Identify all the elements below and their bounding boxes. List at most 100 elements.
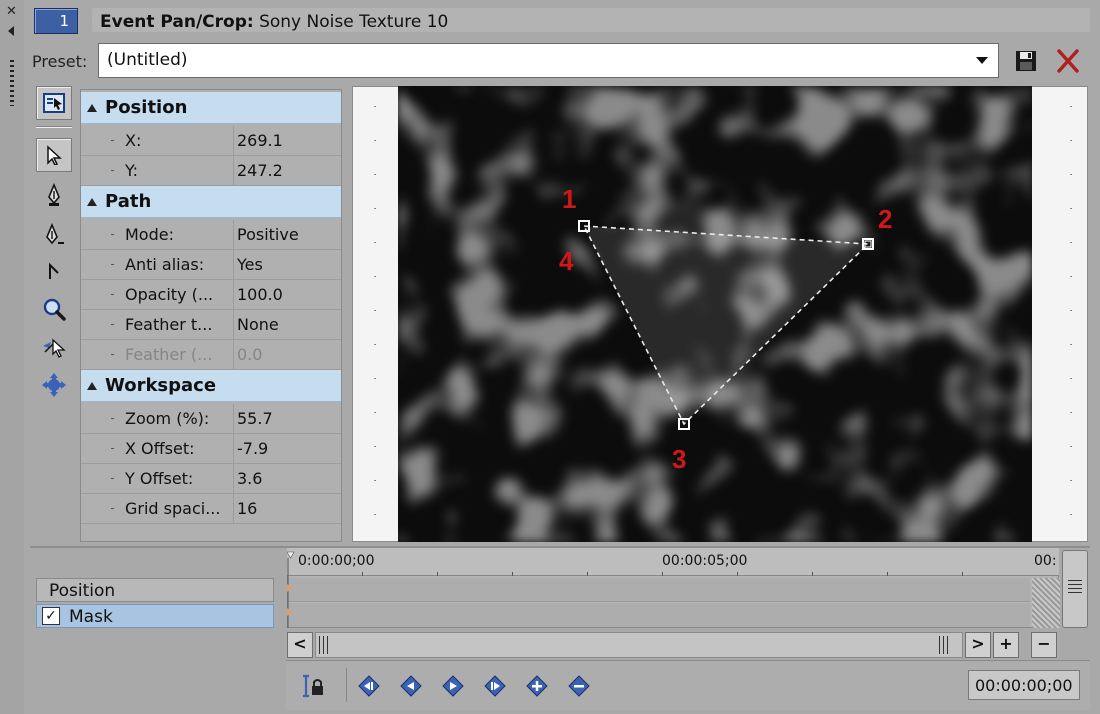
scroll-thumb-left-grip[interactable] xyxy=(319,636,329,654)
split-tangent-tool[interactable] xyxy=(36,254,72,288)
scroll-left-button[interactable]: < xyxy=(287,632,313,658)
property-name: X Offset: xyxy=(125,439,195,458)
category-path[interactable]: Path xyxy=(81,186,341,218)
workspace-margin-right xyxy=(1032,86,1088,542)
delete-keyframe-button[interactable] xyxy=(566,673,592,699)
property-value-anti-alias[interactable]: Yes xyxy=(237,255,341,274)
column-separator xyxy=(233,220,234,249)
column-separator xyxy=(233,494,234,523)
track-position[interactable]: Position xyxy=(36,578,274,602)
timeline-track-mask[interactable] xyxy=(288,603,1030,627)
dock-pin-icon[interactable] xyxy=(8,26,14,36)
cursor-timecode[interactable]: 00:00:00;00 xyxy=(968,670,1080,700)
enable-snapping-tool[interactable] xyxy=(36,330,72,364)
property-row-x-offset[interactable]: X Offset: -7.9 xyxy=(81,434,341,464)
anchor-creation-pen-icon xyxy=(48,183,60,206)
column-separator xyxy=(233,340,234,369)
normal-edit-tool[interactable] xyxy=(36,138,72,172)
margin-tick xyxy=(1070,412,1072,413)
zoom-in-button[interactable]: + xyxy=(993,632,1019,658)
margin-tick xyxy=(374,480,376,481)
title-bar: 1 Event Pan/Crop: Sony Noise Texture 10 xyxy=(28,6,1090,36)
dock-grip-handle[interactable] xyxy=(10,60,14,106)
ruler-tick xyxy=(437,572,438,576)
property-row-y-offset[interactable]: Y Offset: 3.6 xyxy=(81,464,341,494)
move-freely-icon xyxy=(42,373,66,397)
property-value-feather-type[interactable]: None xyxy=(237,315,341,334)
anchor-deletion-tool[interactable] xyxy=(36,218,72,252)
first-keyframe-button[interactable] xyxy=(356,673,382,699)
property-row-x[interactable]: X: 269.1 xyxy=(81,126,341,156)
property-row-zoom[interactable]: Zoom (%): 55.7 xyxy=(81,404,341,434)
track-mask-label: Mask xyxy=(69,607,113,627)
event-number-badge[interactable]: 1 xyxy=(34,8,78,34)
tree-connector xyxy=(111,324,114,325)
zoom-out-button[interactable]: − xyxy=(1031,632,1057,658)
lock-envelopes-button[interactable] xyxy=(300,673,326,699)
ruler-tick xyxy=(362,572,363,576)
property-row-opacity[interactable]: Opacity (... 100.0 xyxy=(81,280,341,310)
scroll-thumb-right-grip[interactable] xyxy=(939,636,949,654)
add-keyframe-button[interactable] xyxy=(524,673,550,699)
category-workspace[interactable]: Workspace xyxy=(81,370,341,402)
collapse-arrow-icon[interactable] xyxy=(87,382,97,390)
property-value-opacity[interactable]: 100.0 xyxy=(237,285,341,304)
ruler-tick xyxy=(662,572,663,576)
zoom-tool[interactable] xyxy=(36,292,72,326)
ruler-tick xyxy=(512,572,513,576)
property-value-x-offset[interactable]: -7.9 xyxy=(237,439,341,458)
track-mask[interactable]: ✓ Mask xyxy=(36,604,274,628)
property-value-y[interactable]: 247.2 xyxy=(237,161,341,180)
delete-preset-button[interactable] xyxy=(1056,48,1080,74)
scroll-right-button[interactable]: > xyxy=(965,632,991,658)
close-window-icon[interactable]: ✕ xyxy=(6,4,17,19)
property-value-mode[interactable]: Positive xyxy=(237,225,341,244)
tree-connector xyxy=(111,418,114,419)
preset-dropdown[interactable]: (Untitled) xyxy=(98,43,999,78)
horizontal-scrollbar[interactable] xyxy=(315,632,963,658)
ruler-tick xyxy=(962,572,963,576)
timecode-ruler-label: 00:00:05;00 xyxy=(662,553,748,569)
column-separator xyxy=(233,126,234,155)
property-row-anti-alias[interactable]: Anti alias: Yes xyxy=(81,250,341,280)
property-value-zoom[interactable]: 55.7 xyxy=(237,409,341,428)
playhead-cursor[interactable] xyxy=(287,548,295,628)
property-row-feather-type[interactable]: Feather t... None xyxy=(81,310,341,340)
delete-keyframe-icon xyxy=(568,675,590,697)
property-row-y[interactable]: Y: 247.2 xyxy=(81,156,341,186)
margin-tick xyxy=(374,514,376,515)
property-row-grid-spacing[interactable]: Grid spaci... 16 xyxy=(81,494,341,524)
keyframe-track-list: Position ✓ Mask xyxy=(36,578,274,630)
property-row-mode[interactable]: Mode: Positive xyxy=(81,220,341,250)
ruler-tick xyxy=(812,572,813,576)
margin-tick xyxy=(1070,344,1072,345)
margin-tick xyxy=(374,106,376,107)
property-row-feather-percent: Feather (... 0.0 xyxy=(81,340,341,370)
timeline-track-position[interactable] xyxy=(288,578,1030,602)
category-position[interactable]: Position xyxy=(81,92,341,124)
scroll-grip-icon[interactable] xyxy=(1068,580,1082,594)
collapse-arrow-icon[interactable] xyxy=(87,104,97,112)
property-name: Y Offset: xyxy=(125,469,194,488)
next-keyframe-button[interactable] xyxy=(440,673,466,699)
anchor-creation-tool[interactable] xyxy=(36,178,72,212)
mask-checkbox[interactable]: ✓ xyxy=(42,607,60,625)
previous-keyframe-button[interactable] xyxy=(398,673,424,699)
save-preset-button[interactable] xyxy=(1014,49,1038,73)
move-freely-tool[interactable] xyxy=(36,368,72,402)
show-properties-button[interactable] xyxy=(36,86,72,120)
margin-tick xyxy=(374,242,376,243)
video-preview[interactable] xyxy=(398,86,1032,542)
property-value-grid-spacing[interactable]: 16 xyxy=(237,499,341,518)
preset-label: Preset: xyxy=(32,52,88,71)
property-value-x[interactable]: 269.1 xyxy=(237,131,341,150)
chevron-down-icon[interactable] xyxy=(976,57,988,64)
zoom-icon xyxy=(43,298,66,321)
point-label-4: 4 xyxy=(559,246,574,276)
collapse-arrow-icon[interactable] xyxy=(87,198,97,206)
property-value-y-offset[interactable]: 3.6 xyxy=(237,469,341,488)
column-separator xyxy=(233,310,234,339)
column-separator xyxy=(233,250,234,279)
tool-palette xyxy=(32,86,76,416)
last-keyframe-button[interactable] xyxy=(482,673,508,699)
